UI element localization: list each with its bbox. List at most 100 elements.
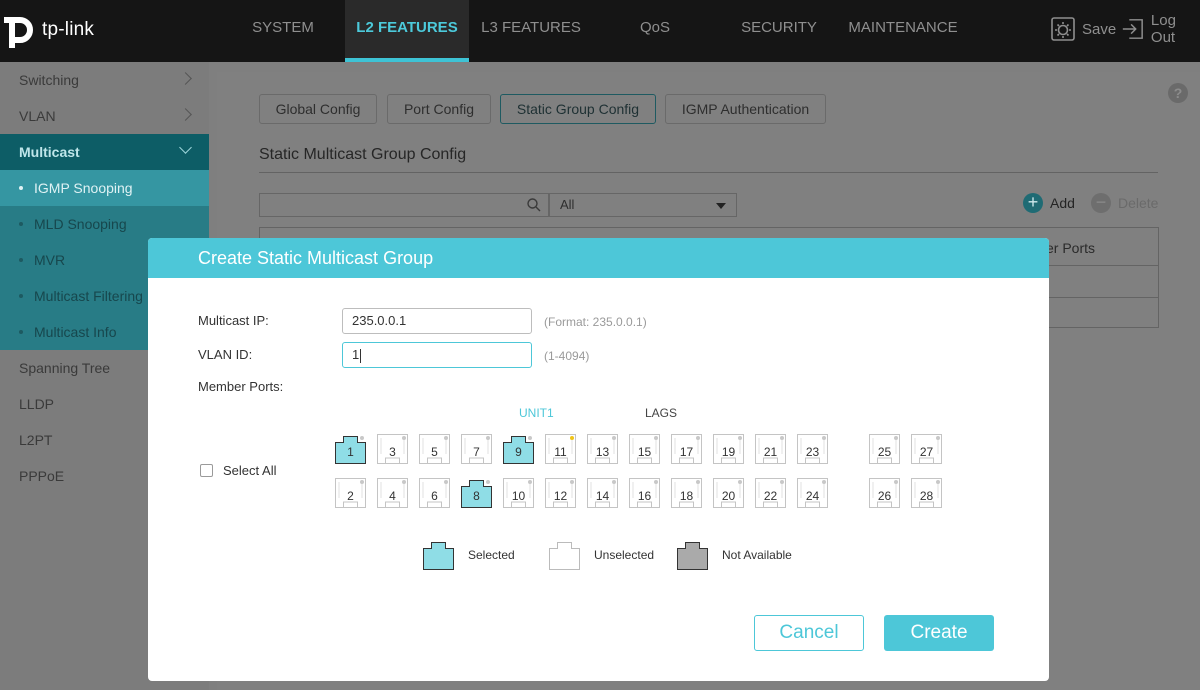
port-22[interactable]: 22 xyxy=(755,478,786,508)
port-led-icon xyxy=(528,480,532,484)
port-number: 23 xyxy=(805,445,820,459)
sidebar-subitem-mld-snooping[interactable]: MLD Snooping xyxy=(0,206,209,242)
port-16[interactable]: 16 xyxy=(629,478,660,508)
section-divider xyxy=(259,172,1158,173)
bullet-icon xyxy=(19,330,23,334)
sidebar-item-switching[interactable]: Switching xyxy=(0,62,209,98)
top-navigation-bar: tp-link SYSTEM L2 FEATURES L3 FEATURES QoS S… xyxy=(0,0,1200,62)
port-2[interactable]: 2 xyxy=(335,478,366,508)
port-4[interactable]: 4 xyxy=(377,478,408,508)
port-led-icon xyxy=(822,436,826,440)
nav-item-l3-features[interactable]: L3 FEATURES xyxy=(469,0,593,62)
chevron-right-icon xyxy=(179,72,192,85)
tp-link-logo[interactable]: tp-link xyxy=(0,12,94,48)
port-number: 6 xyxy=(431,489,438,503)
selected-port-legend-icon xyxy=(423,542,454,570)
port-number: 21 xyxy=(763,445,778,459)
port-9[interactable]: 9 xyxy=(503,434,534,464)
tab-port-config[interactable]: Port Config xyxy=(387,94,491,124)
port-8[interactable]: 8 xyxy=(461,478,492,508)
port-number: 5 xyxy=(431,445,438,459)
port-5[interactable]: 5 xyxy=(419,434,450,464)
port-led-icon xyxy=(894,480,898,484)
port-25[interactable]: 25 xyxy=(869,434,900,464)
port-11[interactable]: 11 xyxy=(545,434,576,464)
multicast-ip-input[interactable]: 235.0.0.1 xyxy=(342,308,532,334)
port-19[interactable]: 19 xyxy=(713,434,744,464)
sidebar-item-vlan[interactable]: VLAN xyxy=(0,98,209,134)
port-26[interactable]: 26 xyxy=(869,478,900,508)
vlan-id-input[interactable]: 1 xyxy=(342,342,532,368)
search-icon[interactable] xyxy=(527,198,541,212)
tab-static-group-config[interactable]: Static Group Config xyxy=(500,94,656,124)
port-led-icon xyxy=(612,480,616,484)
dialog-title: Create Static Multicast Group xyxy=(148,238,1049,278)
section-title: Static Multicast Group Config xyxy=(259,146,467,163)
create-static-multicast-group-dialog: Create Static Multicast Group Multicast … xyxy=(148,238,1049,681)
port-led-icon xyxy=(738,436,742,440)
port-28[interactable]: 28 xyxy=(911,478,942,508)
sidebar-subitem-igmp-snooping[interactable]: IGMP Snooping xyxy=(0,170,209,206)
port-number: 2 xyxy=(347,489,354,503)
port-23[interactable]: 23 xyxy=(797,434,828,464)
port-number: 19 xyxy=(721,445,736,459)
port-27[interactable]: 27 xyxy=(911,434,942,464)
port-number: 20 xyxy=(721,489,736,503)
create-button[interactable]: Create xyxy=(884,615,994,651)
port-18[interactable]: 18 xyxy=(671,478,702,508)
port-1[interactable]: 1 xyxy=(335,434,366,464)
port-number: 28 xyxy=(919,489,934,503)
unit1-label[interactable]: UNIT1 xyxy=(519,406,554,420)
port-14[interactable]: 14 xyxy=(587,478,618,508)
sidebar-item-label: Multicast xyxy=(19,144,80,160)
help-icon[interactable]: ? xyxy=(1168,83,1188,103)
port-13[interactable]: 13 xyxy=(587,434,618,464)
port-led-icon xyxy=(612,436,616,440)
port-20[interactable]: 20 xyxy=(713,478,744,508)
sidebar-item-multicast[interactable]: Multicast xyxy=(0,134,209,170)
nav-item-qos[interactable]: QoS xyxy=(593,0,717,62)
tab-global-config[interactable]: Global Config xyxy=(259,94,377,124)
port-15[interactable]: 15 xyxy=(629,434,660,464)
delete-button[interactable]: − Delete xyxy=(1091,193,1158,213)
tab-igmp-authentication[interactable]: IGMP Authentication xyxy=(665,94,826,124)
port-17[interactable]: 17 xyxy=(671,434,702,464)
table-header-member-ports: er Ports xyxy=(1046,240,1096,256)
nav-item-system[interactable]: SYSTEM xyxy=(221,0,345,62)
port-number: 16 xyxy=(637,489,652,503)
port-number: 27 xyxy=(919,445,934,459)
select-all-checkbox[interactable]: Select All xyxy=(200,463,276,478)
port-12[interactable]: 12 xyxy=(545,478,576,508)
port-number: 11 xyxy=(554,445,567,459)
save-button[interactable]: Save xyxy=(1050,16,1116,42)
filter-select[interactable]: All xyxy=(549,193,737,217)
member-ports-label: Member Ports: xyxy=(198,379,284,394)
multicast-ip-label: Multicast IP: xyxy=(198,313,269,328)
port-number: 25 xyxy=(877,445,892,459)
port-number: 10 xyxy=(511,489,526,503)
search-input[interactable] xyxy=(259,193,549,217)
nav-item-security[interactable]: SECURITY xyxy=(717,0,841,62)
add-label: Add xyxy=(1050,195,1075,211)
sidebar-item-label: PPPoE xyxy=(19,468,65,484)
port-led-icon xyxy=(360,480,364,484)
sidebar-item-label: LLDP xyxy=(19,396,55,412)
port-7[interactable]: 7 xyxy=(461,434,492,464)
save-gear-icon xyxy=(1051,17,1075,41)
add-button[interactable]: + Add xyxy=(1023,193,1075,213)
port-number: 18 xyxy=(679,489,694,503)
port-number: 13 xyxy=(595,445,610,459)
port-21[interactable]: 21 xyxy=(755,434,786,464)
port-3[interactable]: 3 xyxy=(377,434,408,464)
nav-item-maintenance[interactable]: MAINTENANCE xyxy=(841,0,965,62)
nav-item-l2-features[interactable]: L2 FEATURES xyxy=(345,0,469,62)
port-led-icon xyxy=(936,436,940,440)
port-led-icon xyxy=(894,436,898,440)
cancel-button[interactable]: Cancel xyxy=(754,615,864,651)
port-10[interactable]: 10 xyxy=(503,478,534,508)
port-led-icon xyxy=(696,480,700,484)
port-24[interactable]: 24 xyxy=(797,478,828,508)
lags-label[interactable]: LAGS xyxy=(645,406,677,420)
logout-button[interactable]: Log Out xyxy=(1121,12,1200,46)
port-6[interactable]: 6 xyxy=(419,478,450,508)
